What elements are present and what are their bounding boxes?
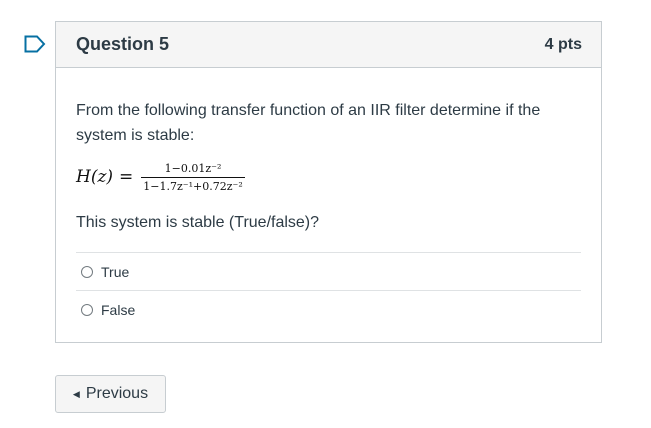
flag-question-icon[interactable]	[24, 35, 46, 53]
formula-equals: =	[119, 167, 134, 187]
radio-button[interactable]	[81, 265, 93, 278]
answer-option-true[interactable]: True	[76, 253, 581, 291]
previous-button[interactable]: ◀ Previous	[55, 375, 166, 413]
answer-label: False	[101, 301, 136, 318]
answer-list: True False	[76, 252, 581, 328]
caret-left-icon: ◀	[72, 388, 80, 399]
question-body: From the following transfer function of …	[56, 68, 601, 328]
question-title: Question 5	[76, 34, 170, 54]
transfer-function-formula: H(z) = 1−0.01z⁻² 1−1.7z⁻¹+0.72z⁻²	[76, 152, 581, 202]
answer-label: True	[101, 263, 130, 280]
question-points: 4 pts	[544, 35, 582, 53]
radio-button[interactable]	[81, 303, 93, 316]
question-card: Question 5 4 pts From the following tran…	[55, 21, 602, 343]
question-header: Question 5 4 pts	[56, 22, 601, 68]
question-prompt: This system is stable (True/false)?	[76, 214, 320, 231]
question-text: From the following transfer function of …	[76, 102, 541, 144]
formula-lhs: H(z)	[76, 167, 114, 187]
formula-numerator: 1−0.01z⁻²	[164, 161, 222, 175]
previous-label: Previous	[85, 385, 149, 402]
answer-option-false[interactable]: False	[76, 291, 581, 328]
formula-fraction: 1−0.01z⁻² 1−1.7z⁻¹+0.72z⁻²	[141, 161, 245, 193]
formula-denominator: 1−1.7z⁻¹+0.72z⁻²	[141, 176, 245, 193]
